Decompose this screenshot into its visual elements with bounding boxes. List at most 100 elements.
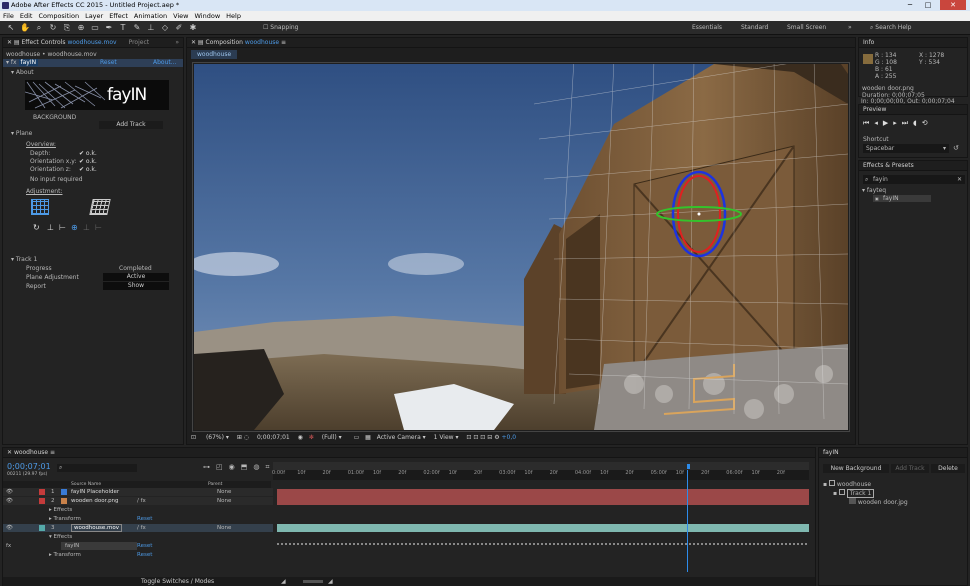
- menu-window[interactable]: Window: [192, 11, 224, 21]
- layer-name[interactable]: woodhouse.mov: [71, 524, 123, 532]
- rotate-adjust-icon[interactable]: ↻: [33, 223, 40, 232]
- zoom-out-icon[interactable]: ◢: [281, 577, 286, 586]
- next-frame-icon[interactable]: ▸: [893, 119, 902, 127]
- layer-row[interactable]: 👁 3 woodhouse.mov / fx None: [3, 524, 273, 532]
- parent-dropdown[interactable]: None: [217, 497, 231, 505]
- resolution-dropdown[interactable]: (Full): [322, 434, 337, 441]
- transparency-grid-icon[interactable]: ▦: [365, 434, 371, 441]
- frame-blend-icon[interactable]: ⬒: [241, 463, 254, 471]
- work-area-bar[interactable]: [273, 462, 809, 470]
- fx-reset-link[interactable]: Reset: [137, 542, 152, 550]
- puppet-tool-icon[interactable]: ✱: [188, 23, 198, 33]
- delete-button[interactable]: Delete: [931, 464, 965, 473]
- project-tab[interactable]: Project: [129, 39, 150, 46]
- workspace-standard[interactable]: Standard: [741, 24, 768, 31]
- reset-shortcut-icon[interactable]: ↺: [953, 144, 959, 152]
- info-title[interactable]: Info: [859, 38, 967, 48]
- fx-about-link[interactable]: About...: [153, 59, 176, 66]
- loop-icon[interactable]: ⟲: [922, 119, 933, 127]
- eraser-tool-icon[interactable]: ◇: [160, 23, 170, 33]
- move-adjust-icon[interactable]: ⊢: [59, 223, 66, 232]
- menu-effect[interactable]: Effect: [106, 11, 131, 21]
- menu-edit[interactable]: Edit: [17, 11, 36, 21]
- workspace-essentials[interactable]: Essentials: [692, 24, 722, 31]
- label-color[interactable]: [39, 489, 45, 495]
- play-icon[interactable]: ▶: [883, 119, 893, 127]
- exposure-icon[interactable]: ⚙: [494, 434, 499, 441]
- zoom-in-icon[interactable]: ◢: [328, 577, 333, 586]
- motion-blur-icon[interactable]: ◍: [253, 463, 265, 471]
- col-parent[interactable]: Parent: [208, 481, 222, 488]
- effects-group-row[interactable]: ▸ Effects: [3, 506, 273, 514]
- playhead-marker[interactable]: [687, 464, 690, 469]
- visibility-eye-icon[interactable]: 👁: [6, 525, 13, 531]
- current-time-display[interactable]: 0;00;07;01: [257, 434, 290, 441]
- preview-title[interactable]: Preview: [859, 105, 967, 115]
- shortcut-dropdown[interactable]: Spacebar ▾: [863, 144, 949, 153]
- snapshot-icon[interactable]: ◉: [298, 434, 303, 441]
- channel-icon[interactable]: ✻: [309, 434, 314, 441]
- mask-visibility-icon[interactable]: ◌: [244, 434, 249, 441]
- preset-item-fayin[interactable]: ▣ fayIN: [873, 195, 931, 202]
- transform-reset-link[interactable]: Reset: [137, 551, 152, 559]
- fx-switch-icon[interactable]: / fx: [137, 524, 146, 532]
- report-button[interactable]: Show: [103, 282, 169, 290]
- track-section[interactable]: ▾ Track 1: [11, 256, 37, 263]
- mask-tool-icon[interactable]: ▭: [90, 23, 100, 33]
- timeline-current-time[interactable]: 0;00;07;01: [7, 462, 51, 471]
- tree-root[interactable]: ▪ woodhouse: [823, 480, 871, 488]
- category-fayteq[interactable]: ▾ fayteq: [862, 187, 886, 194]
- toggle-switches-modes-button[interactable]: Toggle Switches / Modes: [141, 578, 214, 585]
- tilt-adjust-icon[interactable]: ⊥: [83, 223, 90, 232]
- camera-dropdown[interactable]: Active Camera: [377, 434, 421, 441]
- composition-viewer[interactable]: [194, 64, 848, 430]
- roi-icon[interactable]: ▭: [354, 434, 360, 441]
- parent-dropdown[interactable]: None: [217, 488, 231, 496]
- pen-tool-icon[interactable]: ✒: [104, 23, 114, 33]
- zoom-tool-icon[interactable]: ⌕: [34, 23, 44, 33]
- shy-icon[interactable]: ◉: [229, 463, 241, 471]
- scale-adjust-icon[interactable]: ⊢: [95, 223, 102, 232]
- grid-adjust-icon[interactable]: [31, 199, 49, 215]
- fx-switch-icon[interactable]: / fx: [137, 497, 146, 505]
- layer-row[interactable]: 👁 2 wooden door.png / fx None: [3, 497, 273, 505]
- maximize-button[interactable]: □: [920, 0, 936, 10]
- snapping-checkbox[interactable]: ☐ Snapping: [263, 24, 298, 31]
- fast-preview-icon[interactable]: ⊡: [473, 434, 478, 441]
- layer-duration-bar-teal[interactable]: [277, 524, 809, 532]
- clear-search-icon[interactable]: ✕: [957, 175, 962, 184]
- parent-dropdown[interactable]: None: [217, 524, 231, 532]
- timeline-search-input[interactable]: ⌕: [57, 464, 137, 472]
- grid-icon[interactable]: ⊞: [237, 434, 242, 441]
- workspace-menu-icon[interactable]: »: [848, 24, 852, 31]
- panel-menu-icon[interactable]: »: [175, 38, 179, 48]
- composition-subtab[interactable]: woodhouse: [191, 50, 238, 59]
- add-track-panel-button[interactable]: Add Track: [891, 464, 929, 473]
- view-layout-dropdown[interactable]: 1 View: [434, 434, 454, 441]
- toggle-pixel-icon[interactable]: ⊡: [466, 434, 471, 441]
- zoom-dropdown[interactable]: (67%): [206, 434, 224, 441]
- audio-icon[interactable]: ◖: [913, 119, 922, 127]
- plane-section[interactable]: ▾ Plane: [11, 130, 32, 137]
- prev-frame-icon[interactable]: ◂: [874, 119, 883, 127]
- camera-tool-icon[interactable]: ⎘: [62, 23, 72, 33]
- minimize-button[interactable]: ─: [902, 0, 918, 10]
- menu-layer[interactable]: Layer: [82, 11, 106, 21]
- flowchart-icon[interactable]: ⊟: [487, 434, 492, 441]
- fx-name[interactable]: fayIN: [18, 59, 39, 66]
- transform-group-row[interactable]: ▸ Transform Reset: [3, 515, 273, 523]
- type-tool-icon[interactable]: T: [118, 23, 128, 33]
- layer-name[interactable]: fayIN Placeholder: [71, 488, 119, 496]
- draft-3d-icon[interactable]: ◰: [216, 463, 229, 471]
- effects-group-row[interactable]: ▾ Effects: [3, 533, 273, 541]
- timeline-zoom-slider[interactable]: [303, 580, 323, 583]
- effect-controls-tab[interactable]: ✕ ▤ Effect Controls woodhouse.mov Project…: [3, 38, 183, 48]
- fx-row[interactable]: ▾ fx fayIN Reset About...: [3, 59, 183, 67]
- new-background-button[interactable]: New Background: [823, 464, 889, 473]
- timeline-icon[interactable]: ⊡: [480, 434, 485, 441]
- fx-reset-link[interactable]: Reset: [100, 59, 117, 66]
- menu-view[interactable]: View: [170, 11, 191, 21]
- composition-tab[interactable]: ✕ ▤ Composition woodhouse ≡: [187, 38, 855, 48]
- last-frame-icon[interactable]: ⏭: [902, 119, 913, 127]
- selection-tool-icon[interactable]: ↖: [6, 23, 16, 33]
